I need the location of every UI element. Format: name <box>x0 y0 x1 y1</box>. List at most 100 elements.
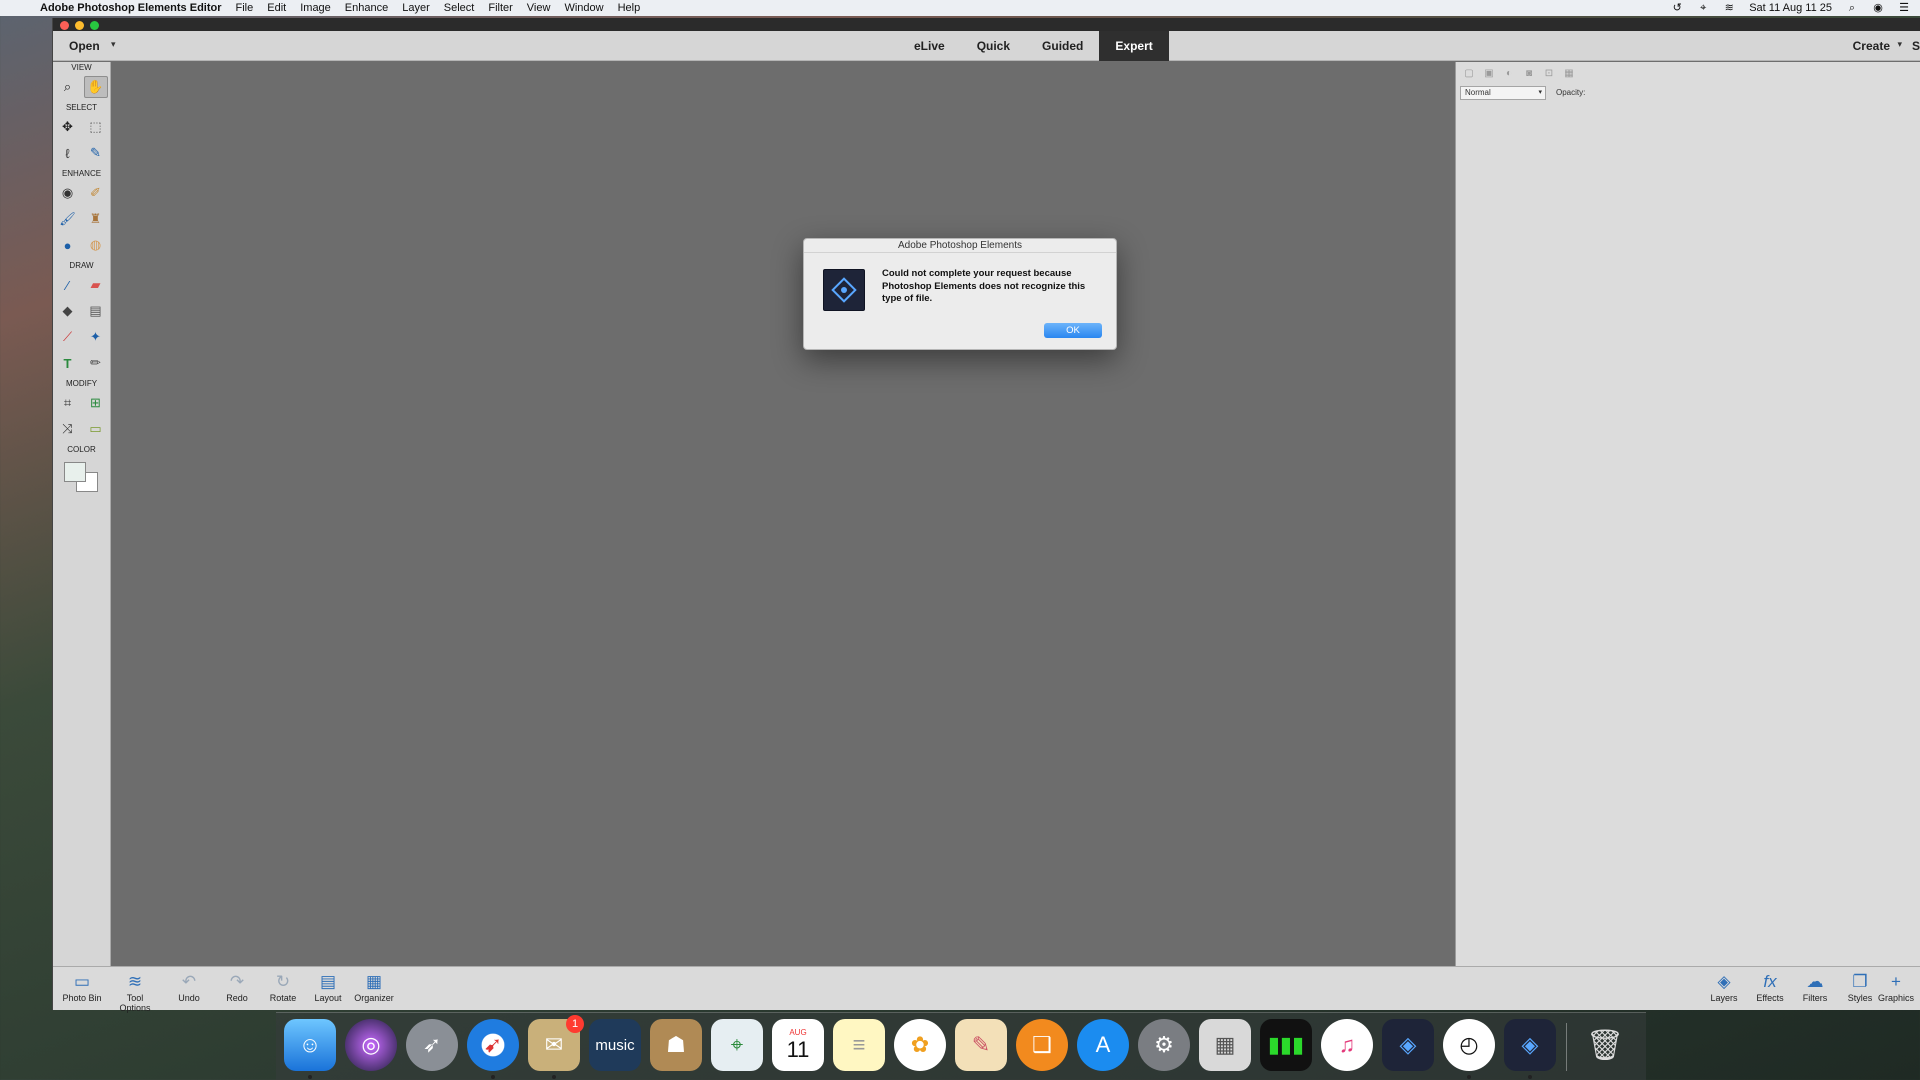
crop-tool-icon[interactable]: ⌗ <box>56 392 80 414</box>
menu-image[interactable]: Image <box>300 2 331 14</box>
layout-button[interactable]: ▤ Layout <box>303 971 353 1003</box>
notification-center-icon[interactable]: ☰ <box>1898 2 1910 14</box>
system-preferences-icon[interactable]: ⚙ <box>1138 1019 1190 1071</box>
menu-select[interactable]: Select <box>444 2 475 14</box>
eyedropper-tool-icon[interactable]: ⟋ <box>56 326 80 348</box>
close-window-button[interactable] <box>60 21 69 30</box>
ok-button[interactable]: OK <box>1044 323 1102 338</box>
menu-enhance[interactable]: Enhance <box>345 2 388 14</box>
ibooks-icon[interactable]: ❑ <box>1016 1019 1068 1071</box>
new-layer-icon[interactable]: ▢ <box>1462 68 1476 80</box>
sponge-tool-icon[interactable]: ◍ <box>84 234 108 256</box>
undo-button[interactable]: ↶ Undo <box>164 971 214 1003</box>
quick-selection-tool-icon[interactable]: ✎ <box>84 142 108 164</box>
tab-guided[interactable]: Guided <box>1026 31 1099 61</box>
minimize-window-button[interactable] <box>75 21 84 30</box>
canvas-area[interactable] <box>111 62 1455 966</box>
tab-elive[interactable]: eLive <box>898 31 961 61</box>
menu-edit[interactable]: Edit <box>267 2 286 14</box>
filters-button[interactable]: ☁ Filters <box>1790 971 1840 1003</box>
blur-tool-icon[interactable]: ● <box>56 234 80 256</box>
photos-icon[interactable]: ✿ <box>894 1019 946 1071</box>
launchpad-icon[interactable]: ➶ <box>406 1019 458 1071</box>
red-eye-tool-icon[interactable]: ◉ <box>56 182 80 204</box>
trash-icon[interactable]: 🗑 <box>1579 1019 1631 1071</box>
open-button[interactable]: Open <box>69 39 100 53</box>
app-name-menu[interactable]: Adobe Photoshop Elements Editor <box>40 2 222 14</box>
tab-quick[interactable]: Quick <box>961 31 1026 61</box>
type-tool-icon[interactable]: T <box>56 352 80 374</box>
itunes-icon[interactable]: ♫ <box>1321 1019 1373 1071</box>
zoom-tool-icon[interactable]: ⌕ <box>56 76 80 98</box>
share-button[interactable]: S <box>1912 39 1920 53</box>
contacts-icon[interactable]: ☗ <box>650 1019 702 1071</box>
spot-healing-tool-icon[interactable]: ✐ <box>84 182 108 204</box>
photo-bin-button[interactable]: ▭ Photo Bin <box>57 971 107 1003</box>
siri-icon[interactable]: ◉ <box>1872 2 1884 14</box>
hand-tool-icon[interactable]: ✋ <box>83 76 108 98</box>
blend-mode-select[interactable]: Normal ▾ <box>1460 86 1546 100</box>
lock-transparency-icon[interactable]: ▦ <box>1562 68 1576 80</box>
spotlight-search-icon[interactable]: ⌕ <box>1846 2 1858 14</box>
notes-icon[interactable]: ≡ <box>833 1019 885 1071</box>
recompose-tool-icon[interactable]: ⊞ <box>84 392 108 414</box>
effects-button[interactable]: fx Effects <box>1745 971 1795 1003</box>
tab-expert[interactable]: Expert <box>1099 31 1169 61</box>
marquee-tool-icon[interactable]: ⬚ <box>84 116 108 138</box>
macos-dock: ☺ ◎ ➶ ➹ ✉ 1 music ☗ ⌖ AUG 11 ≡ ✿ ✎ ❑ A ⚙… <box>276 1012 1646 1080</box>
filters-icon: ☁ <box>1806 972 1824 991</box>
move-tool-icon[interactable]: ✥ <box>56 116 80 138</box>
pages-icon[interactable]: ✎ <box>955 1019 1007 1071</box>
paint-bucket-tool-icon[interactable]: ◆ <box>56 300 80 322</box>
rotate-button[interactable]: ↻ Rotate <box>258 971 308 1003</box>
lasso-tool-icon[interactable]: ℓ <box>56 142 80 164</box>
menu-window[interactable]: Window <box>564 2 603 14</box>
clock-icon[interactable]: ◴ <box>1443 1019 1495 1071</box>
organizer-button[interactable]: ▦ Organizer <box>349 971 399 1003</box>
finder-icon[interactable]: ☺ <box>284 1019 336 1071</box>
time-machine-icon[interactable]: ↺ <box>1671 2 1683 14</box>
lock-all-icon[interactable]: ⊡ <box>1542 68 1556 80</box>
maps-icon[interactable]: ⌖ <box>711 1019 763 1071</box>
layers-button[interactable]: ◈ Layers <box>1699 971 1749 1003</box>
wifi-icon[interactable]: ≋ <box>1723 2 1735 14</box>
graphics-button[interactable]: + Graphics <box>1871 971 1920 1003</box>
network-icon[interactable]: ⌖ <box>1697 2 1709 14</box>
custom-shape-tool-icon[interactable]: ✦ <box>84 326 108 348</box>
mail-icon[interactable]: ✉ 1 <box>528 1015 584 1071</box>
foreground-color-swatch[interactable] <box>63 462 86 482</box>
safari-icon[interactable]: ➹ <box>467 1019 519 1071</box>
zoom-window-button[interactable] <box>90 21 99 30</box>
photoshop-elements-dock-icon[interactable]: ◈ <box>1382 1019 1434 1071</box>
clone-stamp-tool-icon[interactable]: ♜ <box>84 208 108 230</box>
menu-layer[interactable]: Layer <box>402 2 430 14</box>
menubar-clock[interactable]: Sat 11 Aug 11 25 <box>1749 2 1832 14</box>
tool-options-button[interactable]: ≋ Tool Options <box>110 971 160 1013</box>
brush-tool-icon[interactable]: ⁄ <box>56 274 80 296</box>
eraser-tool-icon[interactable]: ▰ <box>84 274 108 296</box>
menu-help[interactable]: Help <box>618 2 641 14</box>
smart-brush-tool-icon[interactable]: 🖌 <box>56 208 80 230</box>
gradient-tool-icon[interactable]: ▤ <box>84 300 108 322</box>
new-group-icon[interactable]: ▣ <box>1482 68 1496 80</box>
straighten-tool-icon[interactable]: ▭ <box>84 418 108 440</box>
menu-view[interactable]: View <box>527 2 551 14</box>
menu-file[interactable]: File <box>236 2 254 14</box>
menu-filter[interactable]: Filter <box>488 2 512 14</box>
section-modify-label: MODIFY <box>65 379 98 388</box>
content-aware-move-tool-icon[interactable]: ⤨ <box>56 418 80 440</box>
pencil-tool-icon[interactable]: ✏ <box>84 352 108 374</box>
calendar-icon[interactable]: AUG 11 <box>772 1019 824 1071</box>
app-store-icon[interactable]: A <box>1077 1019 1129 1071</box>
create-dropdown-caret-icon[interactable]: ▾ <box>1897 39 1902 50</box>
adjustment-layer-icon[interactable]: ◐ <box>1502 68 1516 80</box>
photoshop-elements-editor-dock-icon[interactable]: ◈ <box>1504 1019 1556 1071</box>
redo-button[interactable]: ↷ Redo <box>212 971 262 1003</box>
layer-mask-icon[interactable]: ◙ <box>1522 68 1536 80</box>
open-dropdown-caret-icon[interactable]: ▾ <box>111 39 116 50</box>
siri-dock-icon[interactable]: ◎ <box>345 1019 397 1071</box>
activity-monitor-icon[interactable]: ▮▮▮ <box>1260 1019 1312 1071</box>
create-button[interactable]: Create <box>1853 39 1890 53</box>
calculator-icon[interactable]: ▦ <box>1199 1019 1251 1071</box>
amazon-music-icon[interactable]: music <box>589 1019 641 1071</box>
